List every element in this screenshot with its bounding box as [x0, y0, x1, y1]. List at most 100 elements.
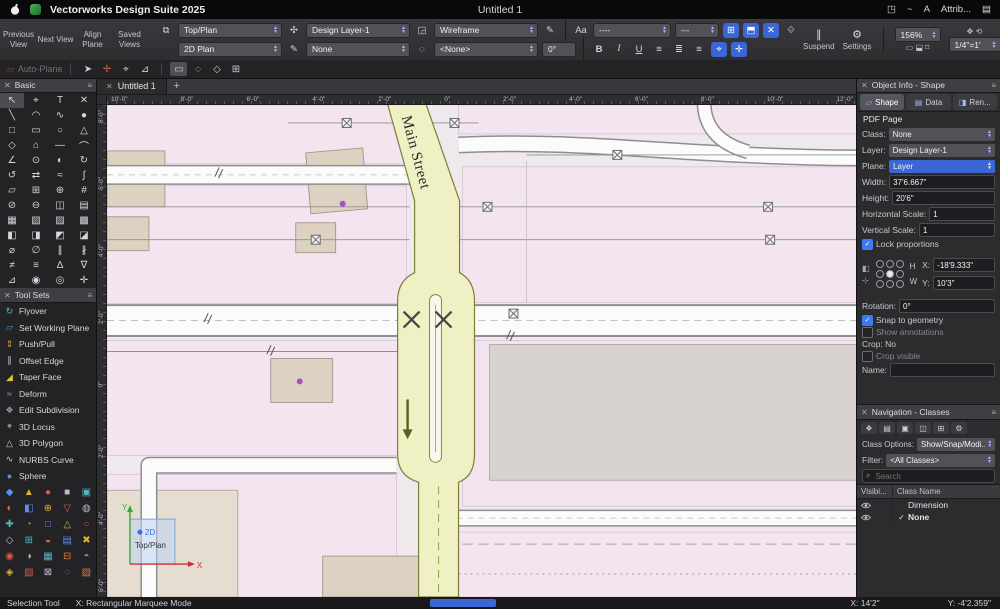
basic-tool-icon[interactable]: ▩ [72, 213, 96, 228]
view-tool-icons[interactable]: ▭ ⬓ ⌑ [906, 43, 930, 52]
navigation-mode-icon[interactable]: ◫ [915, 422, 931, 434]
navigation-mode-icon[interactable]: ⊞ [933, 422, 949, 434]
tool-set-grid-icon[interactable]: ⊠ [38, 565, 57, 581]
vertical-scale-field[interactable]: 1 [919, 223, 995, 237]
tab-shape[interactable]: ▱Shape [860, 94, 904, 110]
mode-icon[interactable]: ➤ [79, 62, 96, 76]
tab-data[interactable]: ▤Data [906, 94, 950, 110]
panel-menu-icon[interactable]: ≡ [991, 81, 996, 90]
toolbar-big-button[interactable]: Previous View [0, 19, 37, 60]
reference-point-grid[interactable] [875, 259, 905, 289]
tool-set-grid-icon[interactable]: ● [38, 485, 57, 501]
basic-tool-icon[interactable]: ∠ [0, 153, 24, 168]
zoom-dropdown[interactable]: 156% ▲▼ [895, 27, 941, 42]
class-row[interactable]: ✓None [857, 511, 1000, 523]
basic-tool-icon[interactable]: ▤ [72, 198, 96, 213]
close-icon[interactable]: ✕ [861, 408, 868, 417]
basic-tool-icon[interactable]: ◧ [0, 228, 24, 243]
navigation-mode-icon[interactable]: ▣ [897, 422, 913, 434]
tool-set-item[interactable]: ∿ NURBS Curve [0, 452, 96, 469]
mode-icon[interactable]: ⊿ [136, 62, 153, 76]
close-icon[interactable]: ✕ [4, 81, 11, 90]
basic-tool-icon[interactable]: ∥ [48, 243, 72, 258]
basic-tool-icon[interactable]: ∅ [24, 243, 48, 258]
italic-button[interactable]: I [611, 42, 627, 57]
vectorworks-app-icon[interactable] [30, 4, 41, 15]
toolbar-big-button[interactable]: Align Plane [74, 19, 111, 60]
active-class-dropdown[interactable]: None ▲▼ [306, 42, 410, 57]
tool-set-item[interactable]: △ 3D Polygon [0, 435, 96, 452]
basic-tool-icon[interactable]: ▦ [0, 213, 24, 228]
basic-tool-icon[interactable]: ▭ [24, 123, 48, 138]
settings-button[interactable]: ⚙ Settings [843, 28, 872, 51]
tool-set-grid-icon[interactable]: ■ [58, 485, 77, 501]
angle-field[interactable]: 0° [542, 42, 576, 57]
lock-proportions-checkbox[interactable] [862, 239, 873, 250]
toolbar-big-button[interactable]: Next View [37, 19, 74, 60]
underline-button[interactable]: U [631, 42, 647, 57]
app-menu-title[interactable]: Vectorworks Design Suite 2025 [50, 4, 205, 16]
snap-intersection-icon[interactable]: ✕ [763, 23, 779, 38]
line-type-dropdown[interactable]: <None> ▲▼ [434, 42, 538, 57]
line-style-icon[interactable]: ◌ [414, 42, 430, 57]
tool-set-grid-icon[interactable]: ○ [77, 517, 96, 533]
tool-set-grid-icon[interactable]: ◒ [38, 533, 57, 549]
tab-render[interactable]: ◨Ren... [953, 94, 997, 110]
suspend-button[interactable]: ∥ Suspend [803, 28, 835, 51]
scale-dropdown[interactable]: 1/4"=1' ▲▼ [949, 37, 1000, 52]
basic-tool-icon[interactable]: ● [72, 108, 96, 123]
basic-tool-icon[interactable]: ∫ [72, 168, 96, 183]
tool-set-grid-icon[interactable]: ✚ [0, 517, 19, 533]
tool-set-item[interactable]: ⌖ 3D Locus [0, 419, 96, 436]
basic-tool-icon[interactable]: ▱ [0, 183, 24, 198]
basic-tool-icon[interactable]: ◪ [72, 228, 96, 243]
pan-rotate-icons[interactable]: ✥ ⟲ [967, 27, 983, 36]
layer-dropdown[interactable]: Design Layer-1▲▼ [889, 144, 995, 157]
tool-set-grid-icon[interactable]: ◌ [58, 565, 77, 581]
tool-set-item[interactable]: ⇕ Push/Pull [0, 336, 96, 353]
y-position-field[interactable]: 10'3" [933, 276, 995, 290]
navigation-mode-icon[interactable]: ❖ [861, 422, 877, 434]
class-dropdown[interactable]: None▲▼ [889, 128, 995, 141]
width-field[interactable]: 37'6.667" [889, 175, 995, 189]
basic-tool-icon[interactable]: ⌒ [72, 138, 96, 153]
basic-tool-icon[interactable]: ✕ [72, 93, 96, 108]
basic-tool-icon[interactable]: ⊙ [24, 153, 48, 168]
snap-to-geometry-checkbox[interactable] [862, 315, 873, 326]
marquee-mode-icon[interactable]: ▭ [170, 62, 187, 76]
basic-tool-icon[interactable]: ╲ [0, 108, 24, 123]
basic-tool-icon[interactable]: △ [72, 123, 96, 138]
show-annotations-checkbox[interactable] [862, 327, 873, 338]
tool-set-item[interactable]: ≈ Deform [0, 386, 96, 403]
basic-tool-icon[interactable]: # [72, 183, 96, 198]
marquee-mode-icon[interactable]: ⊞ [227, 62, 244, 76]
navigation-mode-icon[interactable]: ⚙ [951, 422, 967, 434]
class-row[interactable]: Dimension [857, 499, 1000, 511]
tool-set-grid-icon[interactable]: ◓ [77, 549, 96, 565]
tool-set-grid-icon[interactable]: □ [38, 517, 57, 533]
basic-tool-icon[interactable]: ↖ [0, 93, 24, 108]
tool-set-grid-icon[interactable]: ▨ [77, 565, 96, 581]
bold-button[interactable]: B [591, 42, 607, 57]
apple-menu-icon[interactable] [9, 3, 21, 16]
basic-tool-icon[interactable]: ▧ [24, 213, 48, 228]
basic-tool-icon[interactable]: ◇ [0, 138, 24, 153]
class-options-icon[interactable]: ✎ [286, 42, 302, 57]
tool-set-grid-icon[interactable]: ◇ [0, 533, 19, 549]
layer-options-icon[interactable]: ✣ [286, 23, 302, 38]
basic-tool-icon[interactable]: ○ [48, 123, 72, 138]
tool-set-item[interactable]: ↻ Flyover [0, 303, 96, 320]
basic-tool-icon[interactable]: ↻ [72, 153, 96, 168]
basic-tool-icon[interactable]: ▨ [48, 213, 72, 228]
basic-tool-icon[interactable]: ◉ [24, 273, 48, 288]
plan-mode-dropdown[interactable]: 2D Plan ▲▼ [178, 42, 282, 57]
tool-set-grid-icon[interactable]: △ [58, 517, 77, 533]
view-mode-dropdown[interactable]: Top/Plan ▲▼ [178, 23, 282, 38]
dash-style-dropdown[interactable]: ---- ▲▼ [593, 23, 671, 38]
basic-tool-icon[interactable]: ◫ [48, 198, 72, 213]
basic-tool-icon[interactable]: ⊖ [24, 198, 48, 213]
constraint-icon[interactable]: ⟐ [783, 23, 799, 38]
tool-set-item[interactable]: ∥ Offset Edge [0, 353, 96, 370]
tool-set-grid-icon[interactable]: ◐ [0, 501, 19, 517]
basic-tool-icon[interactable]: ∦ [72, 243, 96, 258]
